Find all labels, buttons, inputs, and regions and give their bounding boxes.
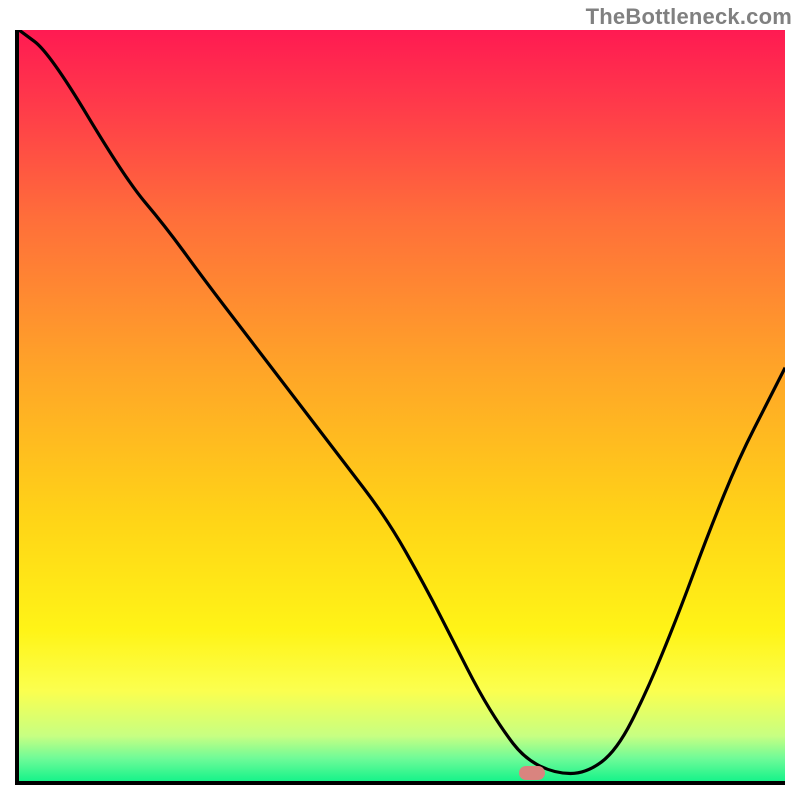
- optimal-marker: [519, 766, 545, 780]
- curve-svg: [19, 30, 785, 781]
- bottleneck-curve: [19, 30, 785, 774]
- watermark-text: TheBottleneck.com: [586, 4, 792, 30]
- chart-frame: TheBottleneck.com: [0, 0, 800, 800]
- plot-area: [15, 30, 785, 785]
